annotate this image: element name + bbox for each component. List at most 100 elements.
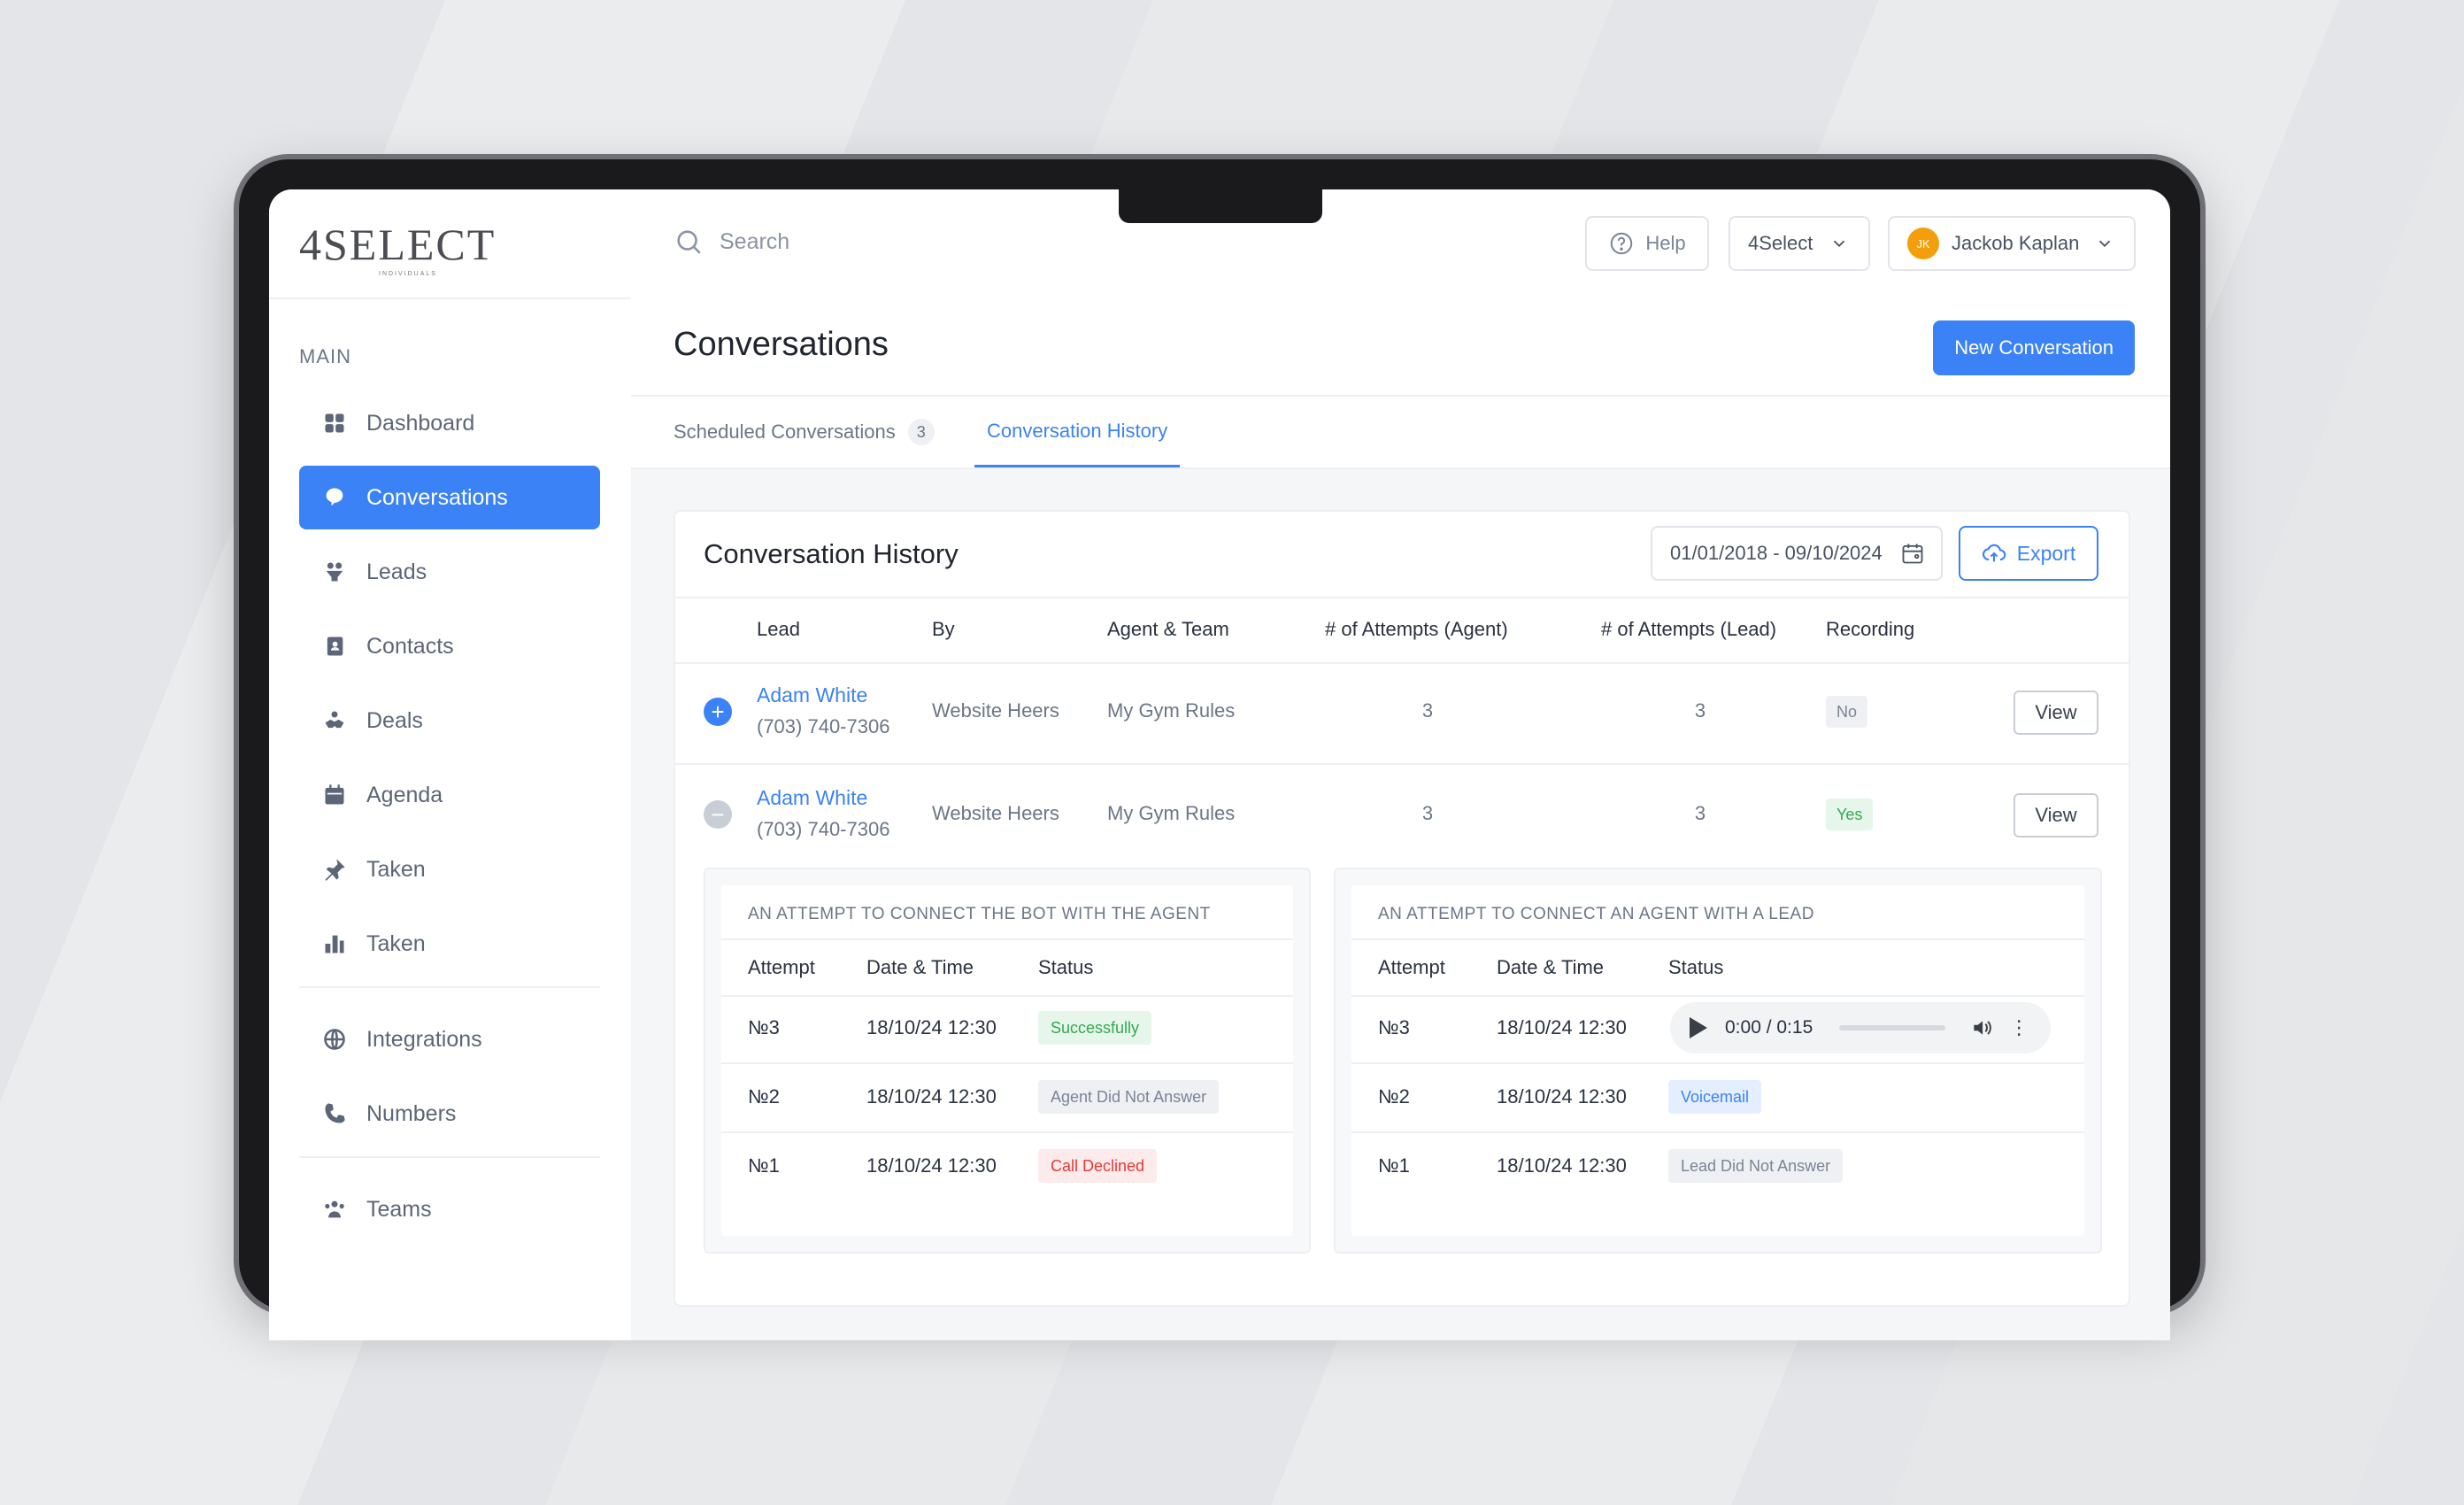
- lead-phone: (703) 740-7306: [757, 715, 890, 737]
- sidebar-item-conversations[interactable]: Conversations: [299, 466, 600, 529]
- view-button[interactable]: View: [2014, 793, 2098, 837]
- attempt-row: №2 18/10/24 12:30 Agent Did Not Answer: [721, 1062, 1293, 1133]
- workspace-select[interactable]: 4Select: [1729, 216, 1870, 271]
- attempt-number: №3: [748, 1016, 780, 1038]
- laptop-screen: 4SELECT INDIVIDUALS MAIN Dashboard Conve…: [269, 189, 2170, 1340]
- attempts-agent-cell: 3: [1421, 699, 1434, 722]
- nav-divider: [299, 1156, 600, 1158]
- sidebar-item-integrations[interactable]: Integrations: [299, 1007, 600, 1071]
- grid-icon: [322, 411, 347, 436]
- status-badge: Lead Did Not Answer: [1668, 1149, 1844, 1183]
- export-button[interactable]: Export: [1959, 526, 2098, 581]
- column-header-status: Status: [1038, 956, 1094, 978]
- sidebar-item-agenda[interactable]: Agenda: [299, 763, 600, 827]
- search-icon: [677, 230, 701, 254]
- calendar-icon: [1902, 544, 1923, 564]
- bar-chart-icon: [322, 931, 347, 956]
- funnel-icon: [322, 560, 347, 584]
- attempt-row: №3 18/10/24 12:30 Successfully: [721, 993, 1293, 1064]
- conversation-history-card: Conversation History 01/01/2018 - 09/10/…: [674, 510, 2130, 1307]
- pin-icon: [322, 857, 347, 882]
- tab-label: Scheduled Conversations: [674, 421, 896, 443]
- sidebar-nav: Dashboard Conversations Leads Contacts D…: [299, 391, 600, 1252]
- team-cell: My Gym Rules: [1107, 802, 1236, 824]
- sidebar-item-taken-stats[interactable]: Taken: [299, 912, 600, 976]
- panel-title: AN ATTEMPT TO CONNECT AN AGENT WITH A LE…: [1378, 905, 1814, 923]
- sidebar-item-label: Leads: [366, 559, 427, 584]
- panel-table-header: Attempt Date & Time Status: [721, 938, 1293, 997]
- by-cell: Website Heers: [932, 699, 1059, 722]
- table-row: − Adam White (703) 740-7306 Website Heer…: [675, 763, 2129, 866]
- sidebar-item-label: Conversations: [366, 484, 508, 510]
- globe-icon: [322, 1027, 347, 1052]
- volume-icon[interactable]: [1970, 1016, 1993, 1039]
- page-header: Conversations New Conversation: [631, 297, 2170, 397]
- logo-subtext: INDIVIDUALS: [379, 271, 437, 277]
- sidebar-item-label: Taken: [366, 930, 426, 956]
- help-button[interactable]: Help: [1585, 216, 1709, 271]
- team-cell: My Gym Rules: [1107, 699, 1236, 722]
- user-menu[interactable]: JK Jackob Kaplan: [1888, 216, 2136, 271]
- audio-player[interactable]: 0:00 / 0:15 ⋮: [1670, 1002, 2051, 1054]
- attempt-datetime: 18/10/24 12:30: [1497, 1154, 1627, 1177]
- recording-badge: Yes: [1826, 799, 1874, 830]
- sidebar-item-label: Integrations: [366, 1026, 482, 1052]
- sidebar-item-leads[interactable]: Leads: [299, 540, 600, 604]
- sidebar-item-numbers[interactable]: Numbers: [299, 1082, 600, 1146]
- contacts-book-icon: [322, 634, 347, 659]
- search-input[interactable]: Search: [674, 227, 789, 257]
- attempts-lead-cell: 3: [1694, 699, 1706, 722]
- attempt-number: №1: [1378, 1154, 1410, 1177]
- by-cell: Website Heers: [932, 802, 1059, 824]
- collapse-row-icon[interactable]: −: [704, 800, 732, 829]
- agent-lead-attempts-panel: AN ATTEMPT TO CONNECT AN AGENT WITH A LE…: [1334, 868, 2102, 1254]
- new-conversation-button[interactable]: New Conversation: [1933, 320, 2135, 375]
- logo[interactable]: 4SELECT INDIVIDUALS: [299, 220, 496, 277]
- column-header-status: Status: [1668, 956, 1724, 978]
- workspace-label: 4Select: [1748, 232, 1813, 254]
- sidebar-item-dashboard[interactable]: Dashboard: [299, 391, 600, 455]
- sidebar-item-teams[interactable]: Teams: [299, 1177, 600, 1241]
- card-title: Conversation History: [704, 538, 959, 569]
- tab-bar: Scheduled Conversations 3 Conversation H…: [631, 397, 2170, 469]
- sidebar-item-contacts[interactable]: Contacts: [299, 614, 600, 678]
- attempt-number: №2: [748, 1085, 780, 1108]
- lead-name-link[interactable]: Adam White: [757, 786, 867, 810]
- view-button[interactable]: View: [2014, 691, 2098, 735]
- lead-name-link[interactable]: Adam White: [757, 683, 867, 707]
- tab-scheduled-conversations[interactable]: Scheduled Conversations 3: [674, 397, 935, 467]
- table-row: + Adam White (703) 740-7306 Website Heer…: [675, 660, 2129, 765]
- attempt-datetime: 18/10/24 12:30: [1497, 1016, 1627, 1038]
- page-title: Conversations: [674, 326, 889, 363]
- user-name: Jackob Kaplan: [1952, 232, 2080, 254]
- divider: [269, 297, 631, 299]
- column-header-lead: Lead: [757, 618, 800, 640]
- audio-progress-track[interactable]: [1839, 1025, 1946, 1030]
- column-header-datetime: Date & Time: [866, 956, 974, 978]
- team-icon: [322, 1197, 347, 1222]
- column-header-attempt: Attempt: [1378, 956, 1445, 978]
- sidebar-item-label: Contacts: [366, 633, 454, 659]
- calendar-icon: [322, 783, 347, 807]
- sidebar-item-label: Agenda: [366, 782, 443, 807]
- date-range-picker[interactable]: 01/01/2018 - 09/10/2024: [1651, 526, 1943, 581]
- column-header-datetime: Date & Time: [1497, 956, 1605, 978]
- attempts-agent-cell: 3: [1421, 802, 1434, 824]
- sidebar-item-deals[interactable]: Deals: [299, 689, 600, 752]
- column-header-attempts-lead: # of Attempts (Lead): [1601, 618, 1777, 640]
- handshake-icon: [322, 708, 347, 733]
- attempt-row: №1 18/10/24 12:30 Lead Did Not Answer: [1351, 1131, 2084, 1200]
- play-icon[interactable]: [1690, 1017, 1707, 1038]
- expand-row-icon[interactable]: +: [704, 698, 732, 726]
- status-badge: Call Declined: [1038, 1149, 1158, 1183]
- help-icon: [1611, 232, 1633, 255]
- sidebar-item-label: Deals: [366, 707, 423, 733]
- tab-count-badge: 3: [907, 419, 935, 445]
- sidebar-item-taken-tasks[interactable]: Taken: [299, 837, 600, 901]
- sidebar-section-label: MAIN: [299, 345, 351, 367]
- help-label: Help: [1645, 232, 1686, 254]
- phone-icon: [322, 1101, 347, 1126]
- laptop-frame: 4SELECT INDIVIDUALS MAIN Dashboard Conve…: [239, 159, 2200, 1340]
- tab-conversation-history[interactable]: Conversation History: [974, 397, 1181, 467]
- more-options-icon[interactable]: ⋮: [2009, 1016, 2029, 1039]
